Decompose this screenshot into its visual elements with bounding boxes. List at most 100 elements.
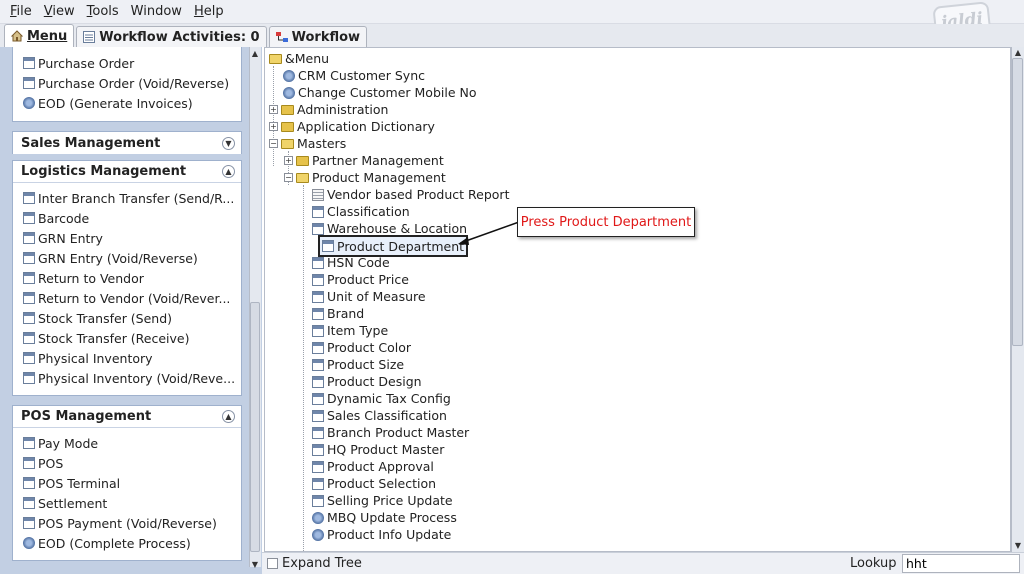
left-item-eod-generate-invoices[interactable]: EOD (Generate Invoices) — [13, 93, 241, 113]
left-item[interactable]: EOD (Complete Process) — [13, 533, 241, 553]
tree-item[interactable]: Branch Product Master — [312, 424, 469, 441]
report-icon — [312, 188, 324, 201]
scroll-down-icon[interactable]: ▼ — [250, 561, 260, 569]
tree-item[interactable]: Item Type — [312, 322, 388, 339]
sales-panel: Sales Management ▼ — [12, 131, 242, 154]
window-icon — [23, 272, 35, 284]
collapse-icon[interactable]: ▲ — [222, 165, 235, 178]
tree-scrollbar-thumb[interactable] — [1012, 58, 1023, 346]
tree-item[interactable]: HQ Product Master — [312, 441, 444, 458]
logistics-panel: Logistics Management ▲ Inter Branch Tran… — [12, 160, 242, 396]
tree-item[interactable]: Product Size — [312, 356, 404, 373]
expand-tree-label[interactable]: Expand Tree — [282, 556, 362, 571]
window-icon — [312, 409, 324, 422]
tree-root[interactable]: &Menu — [269, 50, 329, 67]
left-item[interactable]: Settlement — [13, 493, 241, 513]
sales-panel-header[interactable]: Sales Management ▼ — [13, 132, 241, 154]
left-item[interactable]: Physical Inventory — [13, 348, 241, 368]
pos-panel-header[interactable]: POS Management ▲ — [13, 406, 241, 428]
menu-file[interactable]: File — [4, 4, 38, 19]
tree-item[interactable]: Brand — [312, 305, 364, 322]
left-scrollbar-thumb[interactable] — [250, 302, 260, 552]
left-item[interactable]: Physical Inventory (Void/Reve... — [13, 368, 241, 388]
window-icon — [312, 307, 324, 320]
scroll-up-icon[interactable]: ▲ — [250, 50, 260, 58]
tree-item-crm-customer-sync[interactable]: CRM Customer Sync — [283, 67, 425, 84]
tree-item[interactable]: Product Price — [312, 271, 409, 288]
tab-bar: Menu Workflow Activities: 0 Workflow — [0, 24, 1024, 47]
window-icon — [312, 358, 324, 371]
tree-item-change-mobile[interactable]: Change Customer Mobile No — [283, 84, 477, 101]
expand-tree-checkbox[interactable] — [267, 558, 278, 569]
left-item[interactable]: Barcode — [13, 208, 241, 228]
window-icon — [23, 332, 35, 344]
left-item[interactable]: GRN Entry (Void/Reverse) — [13, 248, 241, 268]
tree-node-masters[interactable]: − Masters — [269, 135, 346, 152]
tree-node-partner-management[interactable]: + Partner Management — [284, 152, 444, 169]
tree-item[interactable]: Sales Classification — [312, 407, 447, 424]
list-icon — [83, 31, 96, 43]
workflow-icon — [275, 32, 288, 42]
tab-workflow-activities[interactable]: Workflow Activities: 0 — [76, 26, 267, 47]
tab-workflow[interactable]: Workflow — [268, 26, 368, 47]
tree-item[interactable]: HSN Code — [312, 254, 390, 271]
window-icon — [312, 426, 324, 439]
window-icon — [23, 212, 35, 224]
window-icon — [312, 205, 324, 218]
tree-item[interactable]: Product Selection — [312, 475, 436, 492]
left-item-purchase-order-void[interactable]: Purchase Order (Void/Reverse) — [13, 73, 241, 93]
tab-menu[interactable]: Menu — [4, 24, 75, 47]
logistics-panel-header[interactable]: Logistics Management ▲ — [13, 161, 241, 183]
window-icon — [312, 494, 324, 507]
left-item[interactable]: Stock Transfer (Receive) — [13, 328, 241, 348]
tree-item[interactable]: Selling Price Update — [312, 492, 453, 509]
tree-item[interactable]: Product Approval — [312, 458, 434, 475]
collapse-icon[interactable]: − — [269, 139, 278, 148]
collapse-icon[interactable]: ▲ — [222, 410, 235, 423]
left-item[interactable]: GRN Entry — [13, 228, 241, 248]
left-item[interactable]: POS Terminal — [13, 473, 241, 493]
folder-icon — [281, 121, 294, 132]
menu-tools[interactable]: Tools — [81, 4, 125, 19]
left-item[interactable]: Pay Mode — [13, 433, 241, 453]
expand-icon[interactable]: + — [269, 105, 278, 114]
folder-icon — [281, 104, 294, 115]
tree-item[interactable]: Unit of Measure — [312, 288, 426, 305]
expand-icon[interactable]: ▼ — [222, 136, 235, 150]
expand-icon[interactable]: + — [284, 156, 293, 165]
left-item-purchase-order[interactable]: Purchase Order — [13, 53, 241, 73]
home-icon — [11, 30, 23, 42]
left-item[interactable]: Return to Vendor — [13, 268, 241, 288]
tree-item[interactable]: Classification — [312, 203, 410, 220]
left-item[interactable]: Return to Vendor (Void/Rever... — [13, 288, 241, 308]
collapse-icon[interactable]: − — [284, 173, 293, 182]
menu-bar: File View Tools Window Help — [0, 0, 1024, 24]
scroll-down-icon[interactable]: ▼ — [1013, 542, 1023, 550]
window-icon — [312, 375, 324, 388]
tree-item[interactable]: Product Color — [312, 339, 411, 356]
tree-item[interactable]: MBQ Update Process — [312, 509, 457, 526]
lookup-input[interactable] — [902, 554, 1020, 573]
left-item[interactable]: POS Payment (Void/Reverse) — [13, 513, 241, 533]
window-icon — [23, 517, 35, 529]
tree-node-administration[interactable]: + Administration — [269, 101, 388, 118]
menu-help[interactable]: Help — [188, 4, 230, 19]
window-icon — [312, 222, 324, 235]
tree-item[interactable]: Product Design — [312, 373, 422, 390]
tree-node-app-dictionary[interactable]: + Application Dictionary — [269, 118, 435, 135]
left-item[interactable]: POS — [13, 453, 241, 473]
tree-item[interactable]: Vendor based Product Report — [312, 186, 509, 203]
menu-window[interactable]: Window — [125, 4, 188, 19]
menu-view[interactable]: View — [38, 4, 81, 19]
callout-arrow — [458, 221, 520, 245]
left-item[interactable]: Stock Transfer (Send) — [13, 308, 241, 328]
window-icon — [312, 460, 324, 473]
left-item[interactable]: Inter Branch Transfer (Send/R... — [13, 188, 241, 208]
folder-open-icon — [281, 138, 294, 149]
expand-icon[interactable]: + — [269, 122, 278, 131]
tree-item[interactable]: Product Info Update — [312, 526, 451, 543]
tree-item[interactable]: Dynamic Tax Config — [312, 390, 451, 407]
window-icon — [23, 497, 35, 509]
scroll-up-icon[interactable]: ▲ — [1013, 49, 1023, 57]
tree-node-product-management[interactable]: − Product Management — [284, 169, 446, 186]
